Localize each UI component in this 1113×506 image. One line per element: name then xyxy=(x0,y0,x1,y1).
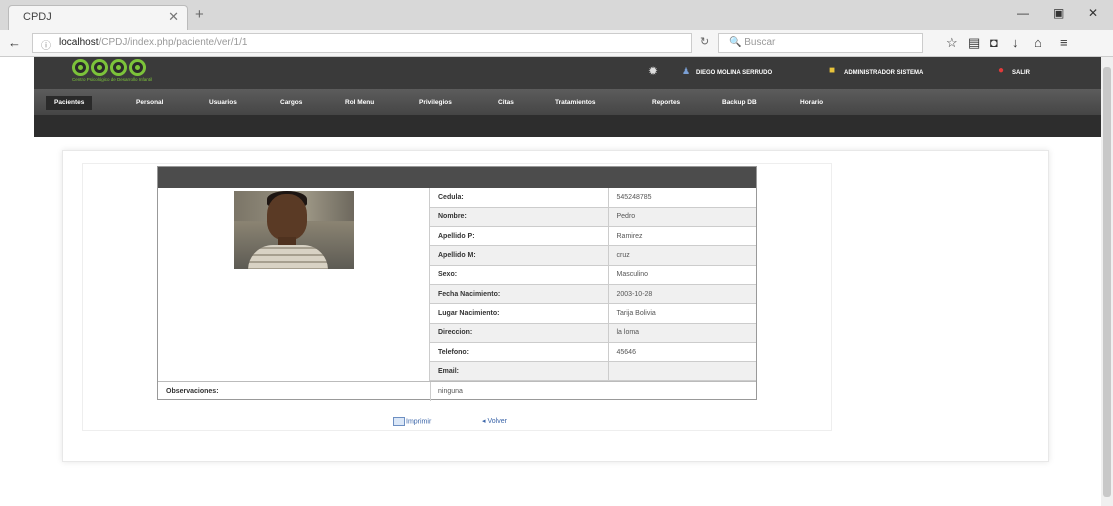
field-label: Lugar Nacimiento: xyxy=(430,303,609,324)
browser-toolbar: ← ⓘ localhost/CPDJ/index.php/paciente/ve… xyxy=(0,30,1113,57)
field-value: Pedro xyxy=(608,207,756,228)
new-tab-icon[interactable]: + xyxy=(195,6,204,23)
menu-item-rol-menu[interactable]: Rol Menu xyxy=(337,96,382,110)
reload-icon[interactable]: ↻ xyxy=(700,35,709,48)
field-label: Telefono: xyxy=(430,342,609,363)
settings-gear-icon[interactable]: ✹ xyxy=(648,64,658,78)
app-header: Centro Psicológico de Desarrollo Infanti… xyxy=(34,57,1101,89)
logout-icon: ● xyxy=(998,65,1005,76)
printer-icon xyxy=(393,417,405,426)
logout-link[interactable]: SALIR xyxy=(1012,70,1030,76)
table-row: Email: xyxy=(430,361,756,382)
menu-item-pacientes[interactable]: Pacientes xyxy=(46,96,93,110)
user-icon: ♟ xyxy=(682,66,691,76)
pocket-icon[interactable]: ◘ xyxy=(990,35,998,50)
field-value: 45646 xyxy=(608,342,756,363)
field-value: la loma xyxy=(608,323,756,343)
photo-cell xyxy=(158,188,430,381)
observaciones-label: Observaciones: xyxy=(166,388,219,395)
patient-detail-card: Cedula: 545248785 Nombre: Pedro Apellido P… xyxy=(157,166,757,401)
maximize-icon[interactable]: ▣ xyxy=(1053,6,1064,20)
card-header xyxy=(158,167,756,188)
table-row: Lugar Nacimiento: Tarija Bolivia xyxy=(430,303,756,324)
field-value: Masculino xyxy=(608,265,756,285)
user-name[interactable]: DIEGO MOLINA SERRUDO xyxy=(696,70,772,76)
patient-info-table: Cedula: 545248785 Nombre: Pedro Apellido P… xyxy=(430,188,756,382)
logo-circle-icon xyxy=(72,59,89,76)
field-label: Cedula: xyxy=(430,188,609,208)
page-scrollbar[interactable] xyxy=(1101,57,1113,506)
table-row: Fecha Nacimiento: 2003-10-28 xyxy=(430,284,756,305)
patient-photo xyxy=(234,191,354,269)
back-label: Volver xyxy=(487,418,507,425)
field-label: Email: xyxy=(430,361,609,382)
clipboard-icon[interactable]: ▤ xyxy=(968,35,980,51)
table-row: Direccion: la loma xyxy=(430,323,756,343)
back-arrow-icon[interactable]: ← xyxy=(8,35,21,50)
logo[interactable]: Centro Psicológico de Desarrollo Infanti… xyxy=(72,59,152,82)
minimize-icon[interactable]: — xyxy=(1017,6,1029,20)
logo-circle-icon xyxy=(91,59,108,76)
field-value xyxy=(608,361,756,382)
table-row: Telefono: 45646 xyxy=(430,342,756,363)
field-value: 545248785 xyxy=(608,188,756,208)
main-menu: Pacientes Personal Usuarios Cargos Rol M… xyxy=(34,89,1101,115)
menu-icon[interactable]: ≡ xyxy=(1060,35,1068,50)
close-tab-icon[interactable]: ✕ xyxy=(168,9,179,25)
url-path: /CPDJ/index.php/paciente/ver/1/1 xyxy=(98,37,248,48)
print-label: Imprimir xyxy=(406,418,432,426)
field-label: Apellido P: xyxy=(430,226,609,247)
field-label: Direccion: xyxy=(430,323,609,343)
url-text: localhost/CPDJ/index.php/paciente/ver/1/… xyxy=(59,37,247,48)
menu-item-horario[interactable]: Horario xyxy=(792,96,831,110)
logo-subtitle: Centro Psicológico de Desarrollo Infanti… xyxy=(72,77,153,82)
field-value: Ramirez xyxy=(608,226,756,247)
table-row: Apellido P: Ramirez xyxy=(430,226,756,247)
role-icon: ■ xyxy=(829,65,836,76)
observaciones-row: Observaciones: ninguna xyxy=(158,381,756,401)
back-button[interactable]: ◂ Volver xyxy=(482,417,507,425)
bookmark-star-icon[interactable]: ☆ xyxy=(946,35,958,51)
menu-item-tratamientos[interactable]: Tratamientos xyxy=(547,96,603,110)
menu-item-privilegios[interactable]: Privilegios xyxy=(411,96,460,110)
field-label: Apellido M: xyxy=(430,245,609,266)
table-row: Apellido M: cruz xyxy=(430,245,756,266)
field-label: Sexo: xyxy=(430,265,609,285)
download-icon[interactable]: ↓ xyxy=(1012,35,1019,50)
browser-tabbar: CPDJ ✕ + — ▣ ✕ xyxy=(0,0,1113,30)
browser-tab[interactable]: CPDJ ✕ xyxy=(8,5,188,30)
print-button[interactable]: Imprimir xyxy=(393,417,431,426)
search-placeholder-text: Buscar xyxy=(744,37,776,48)
home-icon[interactable]: ⌂ xyxy=(1034,35,1042,50)
field-label: Nombre: xyxy=(430,207,609,228)
table-row: Sexo: Masculino xyxy=(430,265,756,285)
info-icon[interactable]: ⓘ xyxy=(41,37,51,52)
field-label: Fecha Nacimiento: xyxy=(430,284,609,305)
search-placeholder: 🔍 Buscar xyxy=(729,37,776,48)
field-value: cruz xyxy=(608,245,756,266)
back-arrow-icon: ◂ xyxy=(482,418,486,425)
logo-circle-icon xyxy=(129,59,146,76)
submenu-band xyxy=(34,115,1101,137)
logo-circle-icon xyxy=(110,59,127,76)
table-row: Cedula: 545248785 xyxy=(430,188,756,208)
field-value: 2003-10-28 xyxy=(608,284,756,305)
tab-title: CPDJ xyxy=(23,11,52,23)
address-bar[interactable]: ⓘ localhost/CPDJ/index.php/paciente/ver/… xyxy=(32,33,692,53)
search-input[interactable]: 🔍 Buscar xyxy=(718,33,923,53)
field-value: Tarija Bolivia xyxy=(608,303,756,324)
close-window-icon[interactable]: ✕ xyxy=(1088,6,1098,20)
menu-item-reportes[interactable]: Reportes xyxy=(644,96,688,110)
menu-item-usuarios[interactable]: Usuarios xyxy=(201,96,245,110)
menu-item-citas[interactable]: Citas xyxy=(490,96,522,110)
menu-item-backup-db[interactable]: Backup DB xyxy=(714,96,765,110)
scroll-thumb[interactable] xyxy=(1103,67,1111,497)
menu-item-cargos[interactable]: Cargos xyxy=(272,96,310,110)
menu-item-personal[interactable]: Personal xyxy=(128,96,171,110)
table-row: Nombre: Pedro xyxy=(430,207,756,228)
url-host: localhost xyxy=(59,37,99,48)
observaciones-value: ninguna xyxy=(438,388,463,395)
user-role[interactable]: ADMINISTRADOR SISTEMA xyxy=(844,70,923,76)
